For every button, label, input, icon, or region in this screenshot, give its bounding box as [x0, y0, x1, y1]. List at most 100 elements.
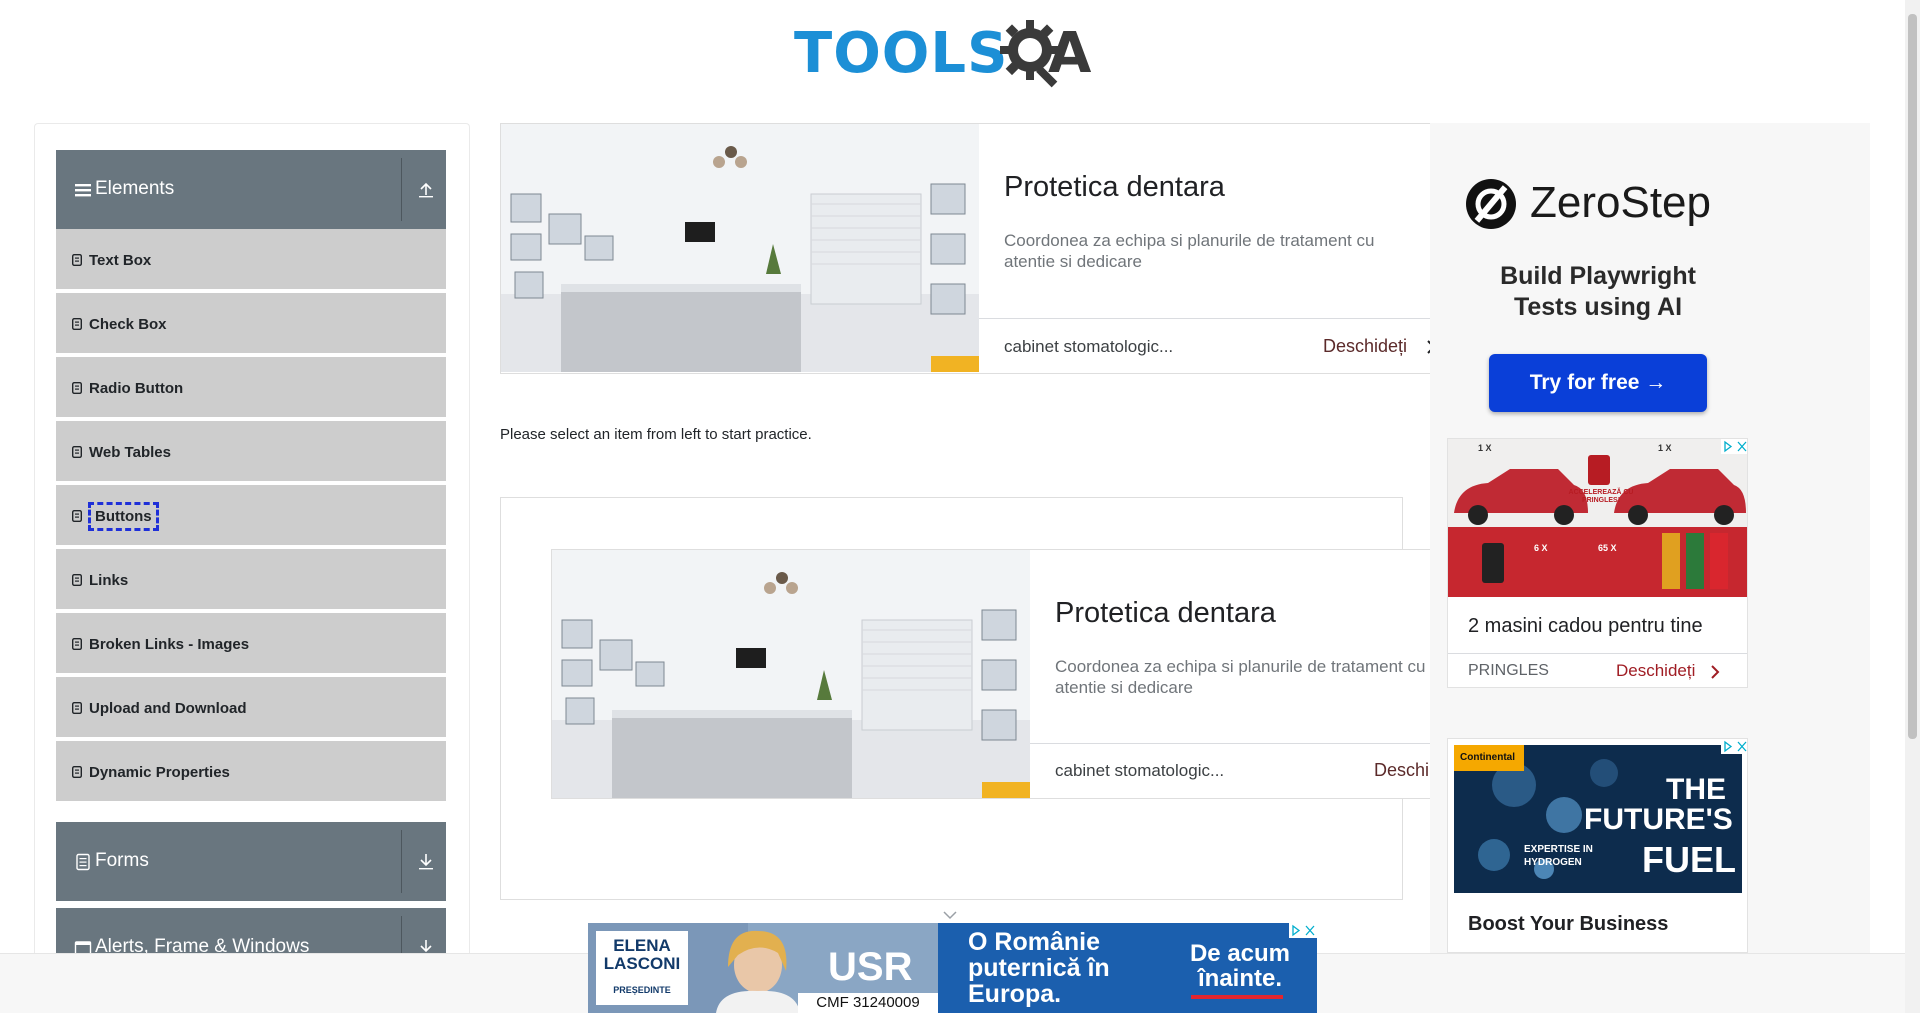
- zerostep-logo-icon: [1466, 179, 1516, 229]
- pringles-img-65x: 65 X: [1598, 543, 1617, 553]
- candidate-panel: ELENA LASCONI PREȘEDINTE USR CMF 3124000…: [588, 923, 938, 1013]
- candidate-role: PREȘEDINTE: [613, 985, 671, 995]
- item-icon: [72, 702, 82, 714]
- header-divider: [401, 158, 402, 221]
- item-icon: [72, 574, 82, 586]
- header-divider: [401, 830, 402, 893]
- item-icon: [72, 382, 82, 394]
- pringles-title: 2 masini cadou pentru tine: [1468, 615, 1703, 637]
- pringles-img-promo: ACCELEREAZĂ CU PRINGLES!: [1568, 489, 1634, 504]
- zerostep-headline: Build Playwright Tests using AI: [1500, 262, 1696, 321]
- pringles-open-link[interactable]: Deschideți: [1616, 661, 1695, 681]
- continental-ad[interactable]: Continental THE FUTURE'S EXPERTISE IN HY…: [1447, 738, 1748, 953]
- candidate-name-box: ELENA LASCONI PREȘEDINTE: [596, 931, 688, 1005]
- sidebar-item-links[interactable]: Links: [56, 549, 446, 611]
- chevron-right-icon: [1711, 665, 1720, 679]
- collapse-chevron-icon[interactable]: [942, 910, 958, 920]
- clinic-photo: [552, 550, 1030, 798]
- continental-brand: Continental: [1460, 752, 1515, 763]
- ad-domain: cabinet stomatologic...: [1004, 337, 1174, 356]
- ad-divider: [1448, 653, 1747, 654]
- sidebar-item-dynamic-properties[interactable]: Dynamic Properties: [56, 741, 446, 803]
- item-icon: [72, 510, 82, 522]
- adchoices-icon[interactable]: [1289, 923, 1317, 938]
- item-icon: [72, 638, 82, 650]
- clinic-photo: [501, 124, 979, 372]
- adchoices-icon[interactable]: [1721, 739, 1747, 754]
- continental-line3: EXPERTISE IN HYDROGEN: [1524, 844, 1593, 868]
- continental-line2: FUTURE'S: [1584, 803, 1733, 836]
- group-forms-title: Forms: [95, 850, 149, 871]
- try-for-free-label: Try for free →: [1529, 371, 1667, 394]
- ad-card-top[interactable]: Protetica dentara Coordonea za echipa si…: [500, 123, 1440, 374]
- sidebar-item-text-box[interactable]: Text Box: [56, 229, 446, 291]
- ad-description: Coordonea za echipa si planurile de trat…: [1055, 657, 1426, 697]
- item-icon: [72, 318, 82, 330]
- sidebar-item-label: Links: [89, 572, 129, 589]
- bottom-banner-ad[interactable]: ELENA LASCONI PREȘEDINTE USR CMF 3124000…: [588, 923, 1317, 1013]
- sidebar-item-label: Broken Links - Images: [89, 636, 250, 653]
- pringles-img-tag: 1 X: [1658, 443, 1672, 453]
- toolsqa-logo[interactable]: TOOLS A: [790, 14, 1116, 92]
- ad-open-link[interactable]: Deschi: [1374, 760, 1429, 780]
- pringles-img-6x: 6 X: [1534, 543, 1548, 553]
- pringles-ad-image: 1 X 1 X ACCELEREAZĂ CU PRINGLES! 6 X 65 …: [1448, 439, 1747, 597]
- group-forms-header[interactable]: Forms: [56, 822, 446, 901]
- ad-divider: [979, 318, 1439, 319]
- sidebar-item-label: Upload and Download: [89, 700, 247, 717]
- zerostep-ad[interactable]: ZeroStep Build Playwright Tests using AI…: [1448, 135, 1748, 425]
- sidebar-item-radio-button[interactable]: Radio Button: [56, 357, 446, 419]
- item-icon: [72, 766, 82, 778]
- continental-line1: THE: [1666, 773, 1726, 806]
- page-scrollbar[interactable]: [1905, 0, 1920, 1013]
- logo-a: A: [1048, 21, 1092, 86]
- sidebar-item-label: Buttons: [88, 502, 159, 531]
- sidebar-item-label: Dynamic Properties: [89, 764, 230, 781]
- sidebar-item-upload-download[interactable]: Upload and Download: [56, 677, 446, 739]
- site-header: TOOLS A: [0, 0, 1920, 100]
- left-panel: Elements Text Box Check Box Radio Button…: [34, 123, 470, 1003]
- sidebar-item-check-box[interactable]: Check Box: [56, 293, 446, 355]
- item-icon: [72, 446, 82, 458]
- continental-line4: FUEL: [1642, 839, 1736, 880]
- form-icon: [76, 853, 90, 871]
- sidebar-item-label: Text Box: [89, 252, 152, 269]
- candidate-last-name: LASCONI: [603, 954, 681, 973]
- candidate-first-name: ELENA: [613, 936, 671, 955]
- continental-ad-image: Continental THE FUTURE'S EXPERTISE IN HY…: [1454, 745, 1742, 893]
- logo-word: TOOLS: [794, 21, 1009, 86]
- group-elements-header[interactable]: Elements: [56, 150, 446, 229]
- zerostep-brand: ZeroStep: [1530, 178, 1711, 227]
- try-for-free-button[interactable]: Try for free →: [1489, 354, 1707, 412]
- item-icon: [72, 254, 82, 266]
- practice-instruction: Please select an item from left to start…: [500, 426, 812, 443]
- sidebar-item-label: Check Box: [89, 316, 167, 333]
- menu-icon: [75, 184, 91, 197]
- adchoices-icon[interactable]: [1721, 439, 1747, 454]
- cta-underline: [1191, 995, 1283, 999]
- pringles-img-tag: 1 X: [1478, 443, 1492, 453]
- ad-code: CMF 31240009: [798, 993, 938, 1013]
- ad-domain: cabinet stomatologic...: [1055, 761, 1225, 780]
- pringles-advertiser: PRINGLES: [1468, 662, 1549, 679]
- ad-open-link[interactable]: Deschideți: [1323, 336, 1407, 356]
- bottom-ad-cta: De acum înainte.: [1189, 940, 1291, 992]
- party-logo: USR: [828, 945, 913, 989]
- sidebar-item-broken-links[interactable]: Broken Links - Images: [56, 613, 446, 675]
- sidebar-item-buttons[interactable]: Buttons: [56, 485, 446, 547]
- expand-down-icon[interactable]: [414, 850, 438, 874]
- ad-divider: [1030, 743, 1439, 744]
- ad-title: Protetica dentara: [1055, 597, 1276, 629]
- ad-description: Coordonea za echipa si planurile de trat…: [1004, 231, 1375, 271]
- scrollbar-thumb[interactable]: [1908, 14, 1917, 739]
- ad-title: Protetica dentara: [1004, 171, 1225, 203]
- collapse-up-icon[interactable]: [414, 178, 438, 202]
- ad-card-mid[interactable]: Protetica dentara Coordonea za echipa si…: [551, 549, 1440, 799]
- pringles-ad[interactable]: 1 X 1 X ACCELEREAZĂ CU PRINGLES! 6 X 65 …: [1447, 438, 1748, 688]
- sidebar-item-label: Web Tables: [89, 444, 171, 461]
- group-elements-title: Elements: [95, 178, 175, 199]
- bottom-ad-slogan: O Românie puternică în Europa.: [968, 928, 1110, 1008]
- continental-logo: Continental: [1454, 745, 1524, 771]
- sidebar-item-web-tables[interactable]: Web Tables: [56, 421, 446, 483]
- continental-title: Boost Your Business: [1468, 913, 1669, 935]
